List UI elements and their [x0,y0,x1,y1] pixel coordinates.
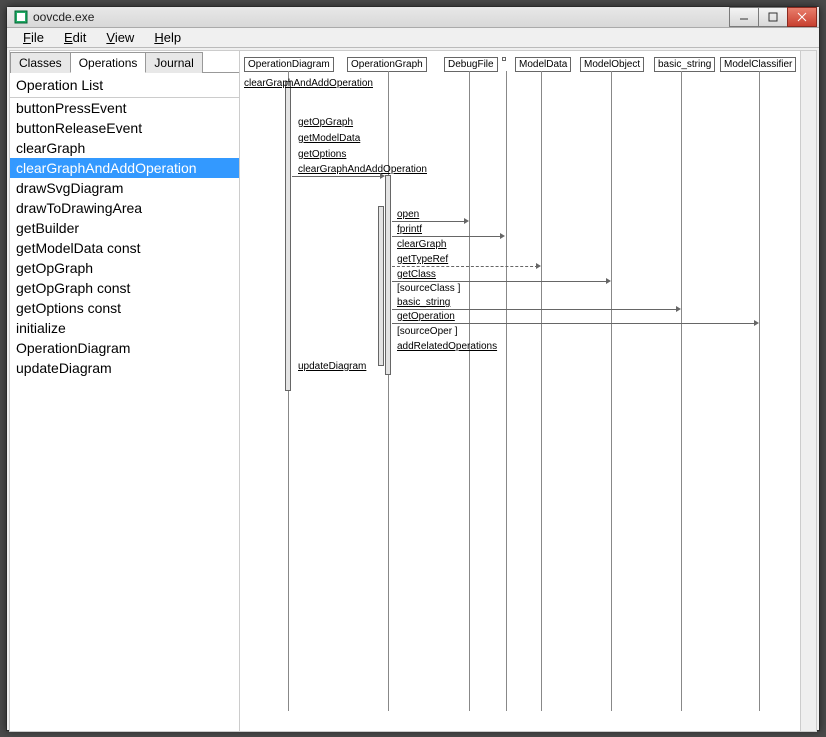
message-label: clearGraph [397,239,446,250]
list-item[interactable]: buttonReleaseEvent [10,118,239,138]
message-arrow [292,176,382,177]
list-item[interactable]: initialize [10,318,239,338]
arrowhead-icon [754,320,759,326]
close-button[interactable] [787,7,817,27]
participant-box[interactable] [502,57,506,61]
message-label: [sourceClass ] [397,283,460,294]
participant-box[interactable]: ModelClassifier [720,57,796,72]
arrowhead-icon [606,278,611,284]
tab-journal[interactable]: Journal [145,52,202,73]
list-item[interactable]: clearGraph [10,138,239,158]
lifeline [541,71,542,711]
message-arrow [392,323,756,324]
diagram-viewport[interactable]: OperationDiagram OperationGraph DebugFil… [240,51,816,731]
lifeline [681,71,682,711]
menubar: File Edit View Help [7,28,819,48]
message-label: getOptions [298,149,346,160]
lifeline [611,71,612,711]
lifeline [759,71,760,711]
client-area: Classes Operations Journal Operation Lis… [9,50,817,732]
tab-classes[interactable]: Classes [10,52,71,73]
message-label: addRelatedOperations [397,341,497,352]
menu-file[interactable]: File [13,28,54,47]
list-item[interactable]: getOpGraph const [10,278,239,298]
menu-view[interactable]: View [96,28,144,47]
list-item[interactable]: getOptions const [10,298,239,318]
left-panel: Classes Operations Journal Operation Lis… [10,51,240,731]
app-window: oovcde.exe File Edit View Help Classes O… [6,6,820,731]
menu-edit[interactable]: Edit [54,28,96,47]
list-item[interactable]: OperationDiagram [10,338,239,358]
participant-box[interactable]: basic_string [654,57,715,72]
window-controls [730,7,817,27]
titlebar[interactable]: oovcde.exe [7,7,819,28]
app-icon [13,9,29,25]
scrollbar-vertical[interactable] [800,51,816,731]
participant-box[interactable]: OperationDiagram [244,57,334,72]
participant-box[interactable]: OperationGraph [347,57,427,72]
list-item[interactable]: drawSvgDiagram [10,178,239,198]
participant-box[interactable]: ModelData [515,57,571,72]
participant-box[interactable]: DebugFile [444,57,498,72]
activation-bar [285,81,291,391]
message-label: getClass [397,269,436,280]
message-label: updateDiagram [298,361,366,372]
menu-help[interactable]: Help [144,28,191,47]
message-label: getModelData [298,133,360,144]
list-item[interactable]: clearGraphAndAddOperation [10,158,239,178]
diagram-title: clearGraphAndAddOperation [244,78,373,89]
activation-bar [385,175,391,375]
lifeline [506,71,507,711]
message-arrow [392,236,502,237]
sequence-diagram: OperationDiagram OperationGraph DebugFil… [240,51,816,731]
list-item[interactable]: getBuilder [10,218,239,238]
window-title: oovcde.exe [33,10,730,24]
arrowhead-icon [676,306,681,312]
lifeline [469,71,470,711]
message-arrow [392,266,538,267]
message-arrow [392,221,466,222]
message-arrow [392,281,608,282]
tabstrip: Classes Operations Journal [10,51,239,73]
tab-operations[interactable]: Operations [70,52,147,73]
list-item[interactable]: buttonPressEvent [10,98,239,118]
arrowhead-icon [380,173,385,179]
list-header: Operation List [10,73,239,98]
activation-bar [378,206,384,366]
message-label: fprintf [397,224,422,235]
list-item[interactable]: drawToDrawingArea [10,198,239,218]
message-label: basic_string [397,297,450,308]
list-item[interactable]: getOpGraph [10,258,239,278]
message-label: getOpGraph [298,117,353,128]
participant-box[interactable]: ModelObject [580,57,644,72]
message-label: open [397,209,419,220]
maximize-button[interactable] [758,7,788,27]
operation-list[interactable]: buttonPressEventbuttonReleaseEventclearG… [10,98,239,731]
message-label: getOperation [397,311,455,322]
message-label: clearGraphAndAddOperation [298,164,427,175]
message-label: [sourceOper ] [397,326,458,337]
arrowhead-icon [536,263,541,269]
message-arrow [392,309,678,310]
arrowhead-icon [500,233,505,239]
list-item[interactable]: updateDiagram [10,358,239,378]
list-item[interactable]: getModelData const [10,238,239,258]
minimize-button[interactable] [729,7,759,27]
arrowhead-icon [464,218,469,224]
message-label: getTypeRef [397,254,448,265]
